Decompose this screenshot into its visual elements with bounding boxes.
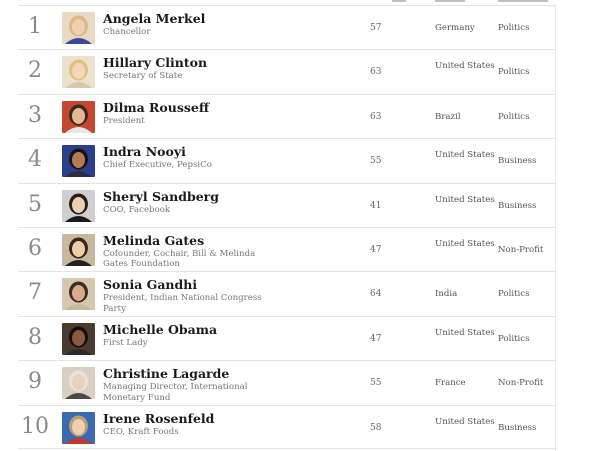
profile-photo[interactable] — [62, 145, 95, 178]
portrait-icon — [62, 411, 95, 444]
rank-number: 5 — [28, 191, 42, 217]
person-age: 64 — [370, 289, 382, 300]
person-name[interactable]: Angela Merkel — [103, 11, 205, 26]
person-country: India — [435, 289, 458, 300]
portrait-icon — [62, 56, 95, 89]
person-category: Politics — [498, 289, 530, 300]
person-age: 63 — [370, 111, 382, 122]
table-row[interactable]: 3 Dilma Rousseff President 63 Brazil Pol… — [18, 93, 556, 138]
table-row[interactable]: 10 Irene Rosenfeld CEO, Kraft Foods 58 U… — [18, 404, 556, 449]
person-country: United States — [435, 238, 495, 249]
person-country: France — [435, 378, 466, 389]
person-title: Managing Director, International Monetar… — [103, 382, 248, 403]
portrait-icon — [62, 189, 95, 222]
table-row[interactable]: 8 Michelle Obama First Lady 47 United St… — [18, 315, 556, 360]
person-title: CEO, Kraft Foods — [103, 426, 179, 437]
person-category: Politics — [498, 23, 530, 33]
person-category: Business — [498, 200, 537, 211]
person-country: United States — [435, 150, 495, 161]
person-name[interactable]: Hillary Clinton — [103, 55, 207, 70]
person-country: United States — [435, 416, 495, 427]
person-age: 63 — [370, 67, 382, 78]
person-category: Non-Profit — [498, 244, 544, 255]
profile-photo[interactable] — [62, 367, 95, 400]
person-title: Chief Executive, PepsiCo — [103, 160, 212, 171]
rank-number: 4 — [28, 147, 42, 173]
profile-photo[interactable] — [62, 411, 95, 444]
profile-photo[interactable] — [62, 189, 95, 222]
person-age: 55 — [370, 378, 382, 389]
person-title: COO, Facebook — [103, 204, 171, 215]
rank-number: 10 — [21, 413, 49, 439]
person-age: 57 — [370, 23, 382, 33]
person-age: 47 — [370, 244, 382, 255]
person-category: Business — [498, 422, 537, 433]
rank-number: 3 — [28, 102, 42, 128]
profile-photo[interactable] — [62, 100, 95, 133]
person-title: President, Indian National Congress Part… — [103, 293, 262, 314]
rank-number: 6 — [28, 235, 42, 261]
person-name[interactable]: Irene Rosenfeld — [103, 411, 214, 426]
person-category: Politics — [498, 333, 530, 344]
person-name[interactable]: Christine Lagarde — [103, 366, 229, 381]
person-country: United States — [435, 327, 495, 338]
table-row[interactable]: 9 Christine Lagarde Managing Director, I… — [18, 360, 556, 404]
profile-photo[interactable] — [62, 233, 95, 266]
profile-photo[interactable] — [62, 322, 95, 355]
person-country: United States — [435, 194, 495, 205]
person-title: Secretary of State — [103, 71, 183, 82]
person-age: 47 — [370, 333, 382, 344]
portrait-icon — [62, 100, 95, 133]
profile-photo[interactable] — [62, 278, 95, 311]
profile-photo[interactable] — [62, 12, 95, 44]
person-category: Politics — [498, 67, 530, 78]
person-name[interactable]: Melinda Gates — [103, 233, 204, 248]
portrait-icon — [62, 322, 95, 355]
person-name[interactable]: Sheryl Sandberg — [103, 189, 219, 204]
person-name[interactable]: Dilma Rousseff — [103, 100, 209, 115]
person-country: Germany — [435, 23, 475, 33]
table-header-fragment — [0, 0, 600, 4]
table-row[interactable]: 1 Angela Merkel Chancellor 57 Germany Po… — [18, 5, 556, 49]
ranking-table: 1 Angela Merkel Chancellor 57 Germany Po… — [18, 5, 556, 449]
person-name[interactable]: Sonia Gandhi — [103, 277, 197, 292]
person-title: Chancellor — [103, 27, 151, 37]
table-row[interactable]: 4 Indra Nooyi Chief Executive, PepsiCo 5… — [18, 138, 556, 182]
table-row[interactable]: 7 Sonia Gandhi President, Indian Nationa… — [18, 271, 556, 315]
portrait-icon — [62, 367, 95, 400]
rank-number: 1 — [28, 14, 42, 39]
person-category: Non-Profit — [498, 378, 544, 389]
person-country: Brazil — [435, 111, 461, 122]
rank-number: 8 — [28, 324, 42, 350]
person-category: Politics — [498, 111, 530, 122]
person-title: President — [103, 115, 145, 126]
person-country: United States — [435, 61, 495, 72]
person-name[interactable]: Michelle Obama — [103, 322, 217, 337]
table-row[interactable]: 6 Melinda Gates Cofounder, Cochair, Bill… — [18, 226, 556, 271]
table-row[interactable]: 2 Hillary Clinton Secretary of State 63 … — [18, 49, 556, 93]
person-age: 58 — [370, 422, 382, 433]
person-category: Business — [498, 156, 537, 167]
portrait-icon — [62, 278, 95, 311]
portrait-icon — [62, 12, 95, 44]
profile-photo[interactable] — [62, 56, 95, 89]
rank-number: 7 — [28, 280, 42, 306]
person-title: First Lady — [103, 337, 148, 348]
rank-number: 9 — [28, 369, 42, 395]
person-age: 41 — [370, 200, 382, 211]
portrait-icon — [62, 145, 95, 178]
person-title: Cofounder, Cochair, Bill & Melinda Gates… — [103, 248, 256, 270]
person-name[interactable]: Indra Nooyi — [103, 144, 186, 159]
portrait-icon — [62, 233, 95, 266]
person-age: 55 — [370, 156, 382, 167]
table-row[interactable]: 5 Sheryl Sandberg COO, Facebook 41 Unite… — [18, 182, 556, 227]
rank-number: 2 — [28, 58, 42, 84]
